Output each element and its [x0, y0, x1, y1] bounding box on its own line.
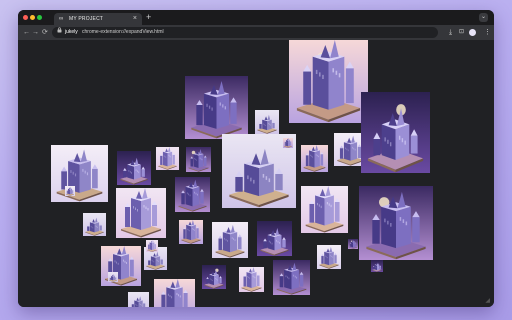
gallery-image-tile[interactable]: [65, 186, 75, 196]
reload-button[interactable]: ⟳: [42, 27, 48, 38]
gallery-image-tile[interactable]: [156, 147, 179, 170]
extensions-icon[interactable]: ⊡: [459, 27, 464, 38]
gallery-image-tile[interactable]: [117, 151, 151, 185]
gallery-image-tile[interactable]: [273, 260, 310, 295]
gallery-image-tile[interactable]: [283, 138, 293, 148]
tab-my-project[interactable]: ∞ MY PROJECT ×: [54, 13, 142, 25]
gallery-image-tile[interactable]: [128, 292, 149, 307]
url-host: jukely: [65, 29, 78, 35]
gallery-image-tile[interactable]: [179, 220, 203, 244]
gallery-image-tile[interactable]: [108, 272, 118, 282]
gallery-image-tile[interactable]: [255, 110, 279, 134]
forward-button[interactable]: →: [32, 27, 39, 38]
resize-handle-icon[interactable]: ◢: [485, 298, 490, 304]
gallery-image-tile[interactable]: [301, 145, 328, 172]
close-window-button[interactable]: [23, 15, 28, 20]
gallery-image-tile[interactable]: [175, 177, 210, 212]
gallery-image-tile[interactable]: [212, 222, 248, 258]
gallery-image-tile[interactable]: [154, 279, 195, 307]
gallery-image-tile[interactable]: [186, 147, 211, 172]
gallery-image-tile[interactable]: [239, 267, 264, 292]
profile-avatar[interactable]: [469, 29, 476, 36]
tab-search-button[interactable]: ⌄: [479, 13, 488, 22]
tab-title: MY PROJECT: [69, 16, 104, 22]
gallery-image-tile[interactable]: [257, 221, 292, 256]
back-button[interactable]: ←: [23, 27, 30, 38]
new-tab-button[interactable]: +: [146, 12, 151, 22]
gallery-image-tile[interactable]: [202, 265, 226, 289]
gallery-image-tile[interactable]: [83, 213, 106, 236]
url-path: chrome-extension://expandView.html: [82, 29, 164, 35]
tab-favicon-icon: ∞: [59, 16, 64, 22]
gallery-image-tile[interactable]: [116, 188, 166, 238]
gallery-image-tile[interactable]: [317, 245, 341, 269]
site-info-icon[interactable]: [57, 27, 62, 38]
browser-toolbar: ← → ⟳ jukely chrome-extension://expandVi…: [18, 25, 494, 40]
image-gallery: ◢: [18, 40, 494, 307]
gallery-image-tile[interactable]: [361, 92, 430, 173]
minimize-window-button[interactable]: [30, 15, 35, 20]
address-bar[interactable]: jukely chrome-extension://expandView.htm…: [52, 27, 438, 38]
gallery-image-tile[interactable]: [348, 239, 358, 249]
browser-window: ∞ MY PROJECT × + ⌄ ← → ⟳ jukely chrome-e…: [18, 10, 494, 307]
gallery-image-tile[interactable]: [146, 240, 158, 252]
gallery-image-tile[interactable]: [185, 76, 248, 139]
gallery-image-tile[interactable]: [301, 186, 348, 233]
gallery-image-tile[interactable]: [51, 145, 108, 202]
tab-strip: ∞ MY PROJECT × + ⌄: [18, 10, 494, 25]
gallery-image-tile[interactable]: [101, 246, 141, 286]
gallery-image-tile[interactable]: [289, 40, 368, 123]
gallery-image-tile[interactable]: [359, 186, 433, 260]
close-tab-icon[interactable]: ×: [133, 14, 137, 23]
download-icon[interactable]: ⤓: [449, 27, 452, 38]
maximize-window-button[interactable]: [37, 15, 42, 20]
more-menu-icon[interactable]: ⋮: [484, 27, 491, 38]
gallery-image-tile[interactable]: [371, 260, 383, 272]
